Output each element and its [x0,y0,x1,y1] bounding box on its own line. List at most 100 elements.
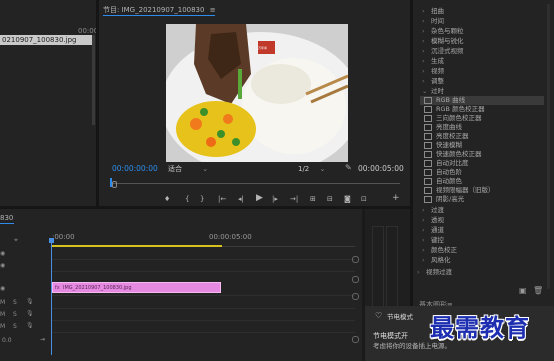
eye-icon[interactable]: ◉ [0,250,5,257]
effect-box-icon [424,123,432,131]
effects-category-distort[interactable]: › 扭曲 [422,7,444,16]
effect-fast-blur[interactable]: 快速模糊 [424,141,462,150]
timeline-playhead-head[interactable] [49,238,54,243]
add-button-icon[interactable]: + [392,194,400,203]
track-zoom-handle[interactable] [352,276,359,283]
project-file-item[interactable]: 0210907_100830.jpg [0,35,92,45]
effect-box-icon [424,141,432,149]
effects-category-transition[interactable]: › 过渡 [422,206,444,215]
scrub-tick [112,181,117,188]
track-lane-v1 [52,295,355,296]
resolution-select-value: 1/2 [298,165,310,173]
audio-meter-bar [386,226,398,308]
chevron-down-icon: ⌄ [202,165,209,173]
effect-box-icon [424,168,432,176]
track-mute-a3[interactable]: M [0,323,5,330]
delete-icon[interactable]: 🗑 [533,287,543,295]
program-current-time[interactable]: 00:00:00:00 [112,165,158,173]
sequence-tab-label[interactable]: 830 [0,214,13,222]
program-scrub-bar[interactable] [110,178,400,188]
effects-category-blur[interactable]: › 模糊与锐化 [422,37,464,46]
effects-category-obsolete[interactable]: ⌄ 过时 [422,87,444,96]
step-back-icon[interactable]: ◂| [238,195,244,203]
effect-auto-color[interactable]: 自动颜色 [424,177,462,186]
effect-shadow-highlight[interactable]: 阴影/高光 [424,195,464,204]
export-frame-icon[interactable]: ◙ [344,195,351,203]
track-mute-a2[interactable]: M [0,311,5,318]
mark-in-icon[interactable]: { [185,195,189,203]
track-lane-v3 [52,259,355,260]
wrench-icon[interactable]: ✎ [345,164,352,172]
go-to-out-icon[interactable]: →| [290,195,298,203]
notification-title: 节电模式 [387,313,413,321]
go-to-in-icon[interactable]: |← [218,195,226,203]
track-solo-a1[interactable]: S [13,299,17,306]
track-lane-a2 [52,320,355,321]
effect-rgb-curves[interactable]: RGB 曲线 [424,96,465,105]
track-zoom-handle[interactable] [352,256,359,263]
add-marker-icon[interactable]: ♦ [164,195,170,203]
lift-icon[interactable]: ⊞ [310,195,316,203]
play-icon[interactable]: ▶ [256,194,263,203]
button-editor-icon[interactable]: ⊡ [361,195,367,203]
effect-auto-contrast[interactable]: 自动对比度 [424,159,469,168]
effect-three-way[interactable]: 三向颜色校正器 [424,114,482,123]
effect-auto-levels[interactable]: 自动色阶 [424,168,462,177]
effects-category-video-transitions[interactable]: › 视频过渡 [417,268,452,277]
effect-fast-color[interactable]: 快速颜色校正器 [424,150,482,159]
track-mute-a1[interactable]: M [0,299,5,306]
effects-scrollbar[interactable] [547,4,550,289]
effect-luma-corrector[interactable]: 亮度校正器 [424,132,469,141]
microphone-icon[interactable]: 🎙 [26,310,34,317]
go-to-end-icon[interactable]: ⇥ [40,336,45,343]
effect-video-limiter[interactable]: 视频限幅器（旧版） [424,186,495,195]
effect-box-icon [424,132,432,140]
program-fit-select[interactable]: 适合 ⌄ [168,165,208,173]
program-resolution-select[interactable]: 1/2 ⌄ [298,165,325,173]
project-scrollbar[interactable] [92,35,95,125]
fit-select-value: 适合 [168,165,182,173]
eye-icon[interactable]: ◉ [0,262,5,269]
microphone-icon[interactable]: 🎙 [26,298,34,305]
track-lane-a3 [52,332,355,333]
effects-category-stylize[interactable]: › 风格化 [422,256,451,265]
program-menu-icon[interactable]: ≡ [210,6,216,14]
effects-category-channel[interactable]: › 通道 [422,226,444,235]
effect-box-icon [424,150,432,158]
work-area-bar[interactable] [52,245,222,247]
effects-category-keying[interactable]: › 键控 [422,236,444,245]
timeline-clip[interactable]: fx IMG_20210907_100830.jpg [52,282,221,293]
new-bin-icon[interactable]: ▣ [519,287,527,295]
effect-rgb-color-corrector[interactable]: RGB 颜色校正器 [424,105,485,114]
program-title-text: 节目: IMG_20210907_100830 [103,6,205,14]
track-zoom-handle[interactable] [352,293,359,300]
program-video-frame[interactable] [166,24,348,162]
effects-category-color-correction[interactable]: › 颜色校正 [422,246,457,255]
eye-icon[interactable]: ◉ [0,285,5,292]
clip-name: IMG_20210907_100830.jpg [63,285,132,291]
effect-box-icon [424,159,432,167]
extract-icon[interactable]: ⊟ [327,195,333,203]
track-solo-a3[interactable]: S [13,323,17,330]
effects-category-perspective[interactable]: › 透视 [422,216,444,225]
track-solo-a2[interactable]: S [13,311,17,318]
track-zoom-handle[interactable] [352,336,359,343]
program-title-underline [103,15,215,16]
microphone-icon[interactable]: 🎙 [26,322,34,329]
effects-category-immersive[interactable]: › 沉浸式视频 [422,47,464,56]
step-forward-icon[interactable]: |▸ [272,195,278,203]
program-duration-time: 00:00:05:00 [358,164,404,173]
effects-category-video[interactable]: › 视频 [422,67,444,76]
effects-category-generate[interactable]: › 生成 [422,57,444,66]
mark-out-icon[interactable]: } [200,195,204,203]
effects-category-noise[interactable]: › 杂色与颗粒 [422,27,464,36]
effects-category-adjust[interactable]: › 调整 [422,77,444,86]
track-lane-a1 [52,308,355,309]
effects-category-time[interactable]: › 时间 [422,17,444,26]
timeline-footer-time: 0.0 [2,337,12,344]
lightbulb-icon: ♡ [375,311,383,320]
effect-luma-curve[interactable]: 亮度曲线 [424,123,462,132]
track-lane-v2 [52,271,355,272]
timeline-tool-icon[interactable]: ⌖ [14,236,18,244]
timeline-playhead-line[interactable] [51,240,52,355]
